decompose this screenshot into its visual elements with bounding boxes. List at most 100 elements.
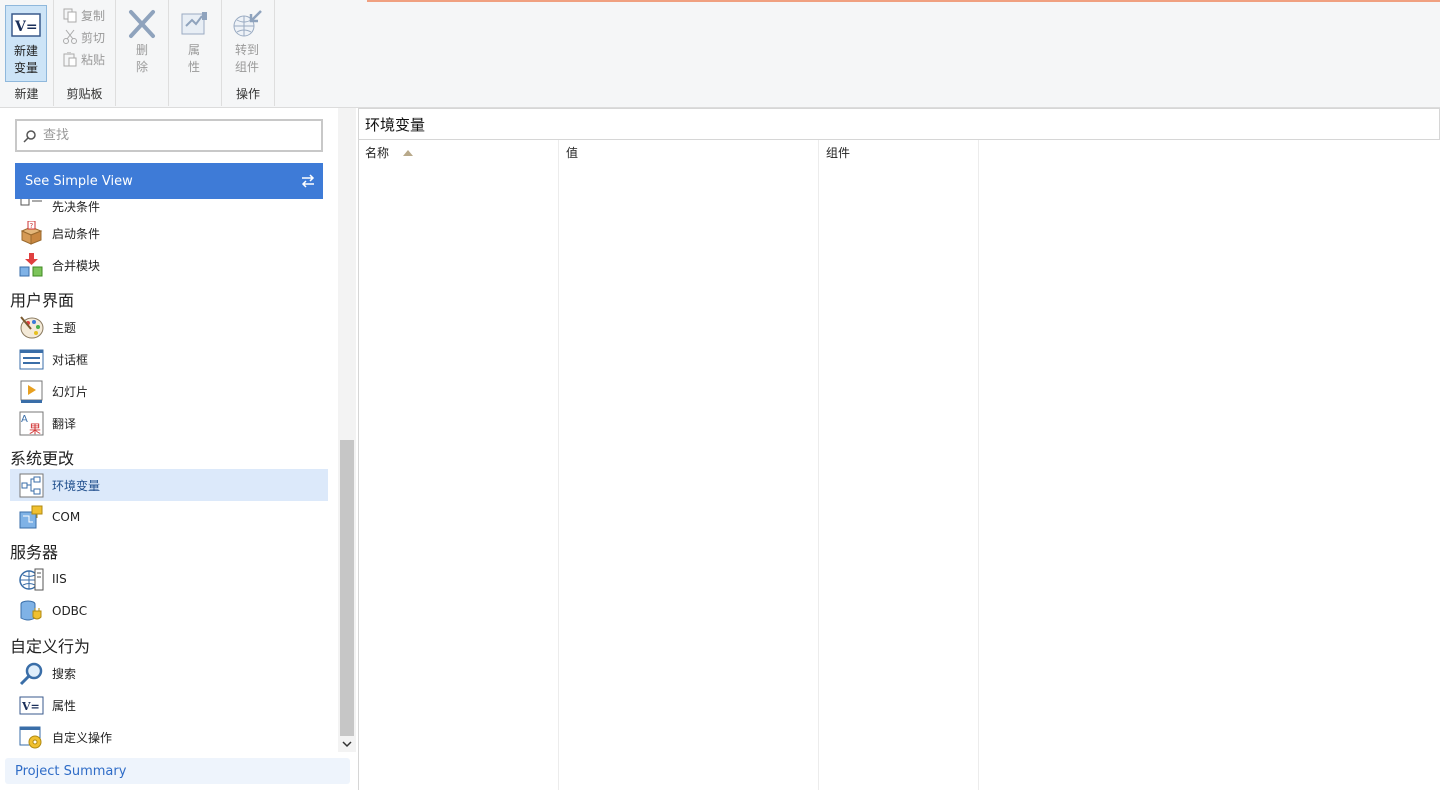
- section-user-interface: 用户界面: [10, 291, 75, 310]
- column-header-label: 组件: [826, 146, 851, 160]
- copy-label: 复制: [81, 8, 106, 23]
- dialog-icon: [19, 349, 44, 369]
- cut-button[interactable]: 剪切: [62, 27, 112, 47]
- nav-item-theme[interactable]: 主题: [10, 311, 328, 343]
- slideshow-icon: [20, 380, 43, 403]
- nav-item-label: 幻灯片: [52, 384, 89, 399]
- svg-text:?: ?: [30, 222, 34, 230]
- column-header-name[interactable]: 名称: [365, 144, 414, 161]
- environment-variables-icon: [19, 473, 44, 497]
- nav-item-translation[interactable]: A 果 翻译: [10, 407, 328, 439]
- translation-icon: A 果: [19, 411, 44, 436]
- nav-item-custom-actions[interactable]: 自定义操作: [10, 721, 328, 751]
- search-icon: [19, 662, 43, 685]
- properties-variable-icon: V=: [19, 696, 44, 714]
- sidebar-scrollbar[interactable]: [338, 108, 356, 752]
- nav-item-search[interactable]: 搜索: [10, 657, 328, 689]
- column-name: [359, 140, 559, 790]
- nav-item-label: 启动条件: [52, 226, 101, 241]
- delete-label: 删除: [135, 43, 148, 74]
- nav-item-label: 对话框: [52, 352, 89, 367]
- nav-item-odbc[interactable]: ODBC: [10, 595, 328, 627]
- nav-item-label: 翻译: [52, 416, 77, 431]
- svg-text:V=: V=: [21, 700, 40, 713]
- group-clipboard-label: 剪贴板: [66, 87, 103, 101]
- properties-label: 属性: [187, 43, 200, 74]
- nav-item-dialogs[interactable]: 对话框: [10, 343, 328, 375]
- delete-icon: [129, 10, 155, 38]
- nav-item-label: 主题: [52, 320, 77, 335]
- search-input[interactable]: [43, 128, 303, 143]
- nav-item-label: 环境变量: [52, 478, 101, 493]
- section-custom-behavior: 自定义行为: [10, 637, 91, 656]
- nav-item-environment-variables[interactable]: 环境变量: [10, 469, 328, 501]
- sidebar: See Simple View 先决条件 ? 启动条件: [0, 108, 350, 790]
- group-operations-label: 操作: [235, 87, 260, 101]
- paste-icon: [63, 52, 77, 67]
- scissors-icon: [63, 29, 77, 44]
- search-icon: [23, 129, 36, 143]
- copy-button[interactable]: 复制: [62, 5, 112, 25]
- merge-modules-icon: [19, 252, 43, 276]
- nav-item-com[interactable]: COM: [10, 501, 328, 533]
- ribbon-group-properties: 属性: [169, 0, 222, 106]
- iis-icon: [19, 568, 44, 590]
- com-icon: [19, 505, 43, 528]
- nav-item-label: COM: [52, 510, 81, 524]
- custom-actions-icon: [19, 726, 42, 748]
- nav-tree: 先决条件 ? 启动条件 合并模块 用户界面 主题 对话框 幻灯片 A 果 翻译 …: [0, 199, 338, 751]
- goto-component-icon: [233, 10, 262, 37]
- nav-item-label: IIS: [52, 572, 67, 586]
- swap-arrows-icon: [301, 174, 315, 188]
- page-title: 环境变量: [359, 108, 1440, 140]
- theme-icon: [20, 315, 44, 338]
- search-box[interactable]: [15, 119, 323, 152]
- launch-conditions-icon: ?: [20, 220, 43, 245]
- prerequisites-icon: [20, 199, 42, 205]
- paste-button[interactable]: 粘贴: [62, 49, 112, 69]
- nav-item-label: 自定义操作: [52, 730, 113, 745]
- goto-component-label: 转到组件: [234, 43, 259, 74]
- properties-button[interactable]: 属性: [173, 5, 215, 82]
- project-summary-link[interactable]: Project Summary: [5, 758, 350, 784]
- column-value: [559, 140, 819, 790]
- ribbon-group-clipboard: 复制 剪切 粘贴 剪贴板: [54, 0, 116, 106]
- chevron-down-icon[interactable]: [341, 738, 353, 750]
- main-panel: 环境变量 名称 值 组件: [358, 108, 1440, 790]
- column-header-component[interactable]: 组件: [826, 144, 850, 161]
- svg-text:A: A: [21, 414, 28, 425]
- nav-item-label: 属性: [52, 698, 77, 713]
- nav-item-label: 搜索: [52, 666, 77, 681]
- nav-item-properties[interactable]: V= 属性: [10, 689, 328, 721]
- scrollbar-thumb[interactable]: [340, 440, 354, 736]
- nav-item-merge-modules[interactable]: 合并模块: [10, 249, 328, 281]
- column-header-label: 名称: [365, 146, 390, 160]
- ribbon-accent-line: [367, 0, 1440, 2]
- ribbon-toolbar: V= 新建变量 新建 复制 剪切 粘贴 剪贴板 删除 属性 转到组件 操作: [0, 0, 1440, 108]
- odbc-icon: [20, 600, 42, 620]
- nav-item-label: ODBC: [52, 604, 88, 618]
- copy-icon: [63, 8, 77, 23]
- goto-component-button[interactable]: 转到组件: [226, 5, 268, 82]
- nav-item-slideshow[interactable]: 幻灯片: [10, 375, 328, 407]
- nav-item-iis[interactable]: IIS: [10, 563, 328, 595]
- svg-text:V=: V=: [14, 19, 38, 35]
- column-component: [819, 140, 979, 790]
- column-header-label: 值: [566, 146, 579, 160]
- delete-button[interactable]: 删除: [121, 5, 163, 82]
- variable-icon: V=: [11, 13, 41, 37]
- group-new-label: 新建: [14, 87, 39, 101]
- column-header-value[interactable]: 值: [566, 144, 578, 161]
- properties-icon: [181, 12, 207, 35]
- simple-view-label: See Simple View: [25, 173, 133, 189]
- section-system-changes: 系统更改: [10, 449, 75, 468]
- nav-item-label: 合并模块: [52, 258, 101, 273]
- see-simple-view-button[interactable]: See Simple View: [15, 163, 323, 199]
- cut-label: 剪切: [81, 30, 106, 45]
- new-variable-label: 新建变量: [13, 44, 38, 75]
- ribbon-group-operations: 转到组件 操作: [222, 0, 275, 106]
- sort-ascending-icon: [403, 149, 414, 156]
- nav-item-launch-conditions[interactable]: ? 启动条件: [10, 217, 328, 249]
- new-variable-button[interactable]: V= 新建变量: [5, 5, 47, 82]
- paste-label: 粘贴: [81, 52, 106, 67]
